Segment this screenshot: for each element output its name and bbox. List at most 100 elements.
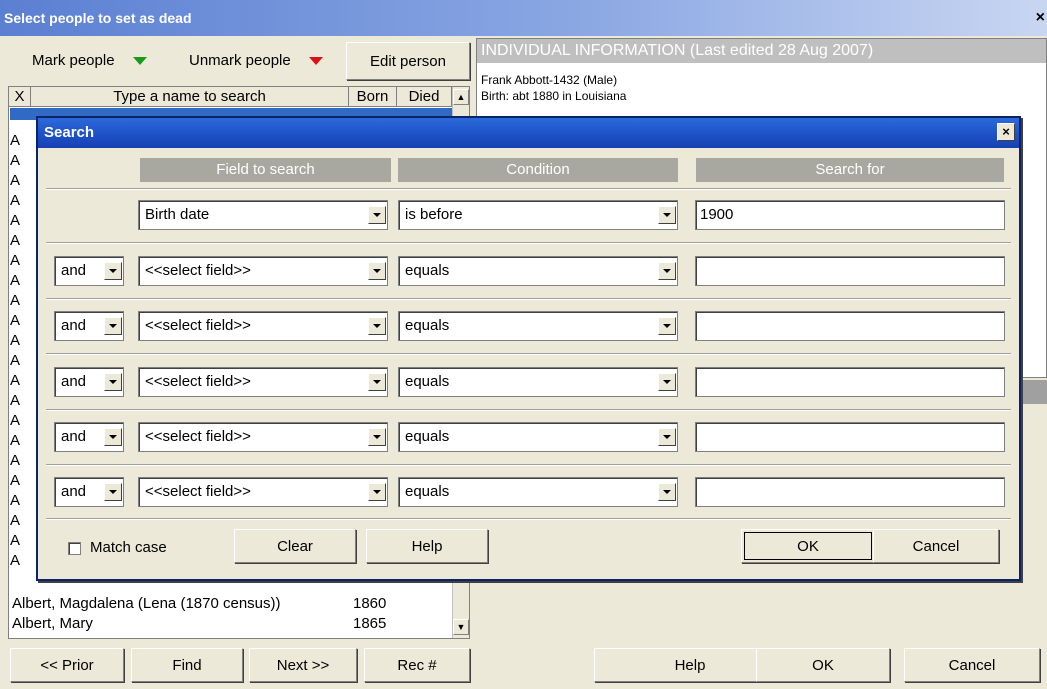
operator-select[interactable]: and bbox=[54, 422, 124, 452]
chevron-down-icon[interactable] bbox=[104, 317, 122, 335]
close-icon[interactable]: × bbox=[997, 123, 1015, 141]
list-item[interactable]: A bbox=[10, 451, 20, 471]
list-item[interactable]: A bbox=[10, 351, 20, 371]
operator-select-value: and bbox=[61, 373, 87, 390]
condition-select[interactable]: is before bbox=[398, 200, 678, 230]
chevron-down-icon[interactable] bbox=[368, 483, 386, 501]
info-line: Birth: abt 1880 in Louisiana bbox=[481, 89, 627, 103]
chevron-down-icon[interactable] bbox=[368, 428, 386, 446]
chevron-down-icon[interactable] bbox=[368, 373, 386, 391]
dialog-cancel-button[interactable]: Cancel bbox=[873, 529, 999, 563]
list-item[interactable]: A bbox=[10, 251, 20, 271]
green-triangle-icon bbox=[132, 57, 147, 66]
list-item[interactable]: A bbox=[10, 231, 20, 251]
match-case-checkbox[interactable] bbox=[68, 542, 81, 555]
list-item[interactable]: A bbox=[10, 311, 20, 331]
list-header-mark[interactable]: X bbox=[9, 87, 31, 107]
find-button[interactable]: Find bbox=[131, 648, 243, 682]
window-close-icon[interactable]: × bbox=[1036, 0, 1045, 36]
scroll-down-icon[interactable]: ▼ bbox=[453, 619, 469, 635]
mark-people-button[interactable]: Mark people bbox=[32, 52, 147, 69]
search-value-input[interactable] bbox=[695, 422, 1005, 452]
chevron-down-icon[interactable] bbox=[658, 483, 676, 501]
edit-person-button[interactable]: Edit person bbox=[346, 42, 470, 80]
search-value-input[interactable]: 1900 bbox=[695, 200, 1005, 230]
clear-button[interactable]: Clear bbox=[234, 529, 356, 563]
chevron-down-icon[interactable] bbox=[658, 206, 676, 224]
cancel-button[interactable]: Cancel bbox=[904, 648, 1040, 682]
field-select-value: <<select field>> bbox=[145, 483, 251, 500]
field-select[interactable]: <<select field>> bbox=[138, 422, 388, 452]
list-item-name[interactable]: Albert, Magdalena (Lena (1870 census)) bbox=[12, 594, 342, 614]
info-line: Frank Abbott-1432 (Male) bbox=[481, 73, 618, 87]
field-select[interactable]: <<select field>> bbox=[138, 367, 388, 397]
chevron-down-icon[interactable] bbox=[368, 262, 386, 280]
operator-select[interactable]: and bbox=[54, 311, 124, 341]
chevron-down-icon[interactable] bbox=[658, 317, 676, 335]
chevron-down-icon[interactable] bbox=[658, 373, 676, 391]
list-item-name[interactable]: Albert, Mary bbox=[12, 614, 342, 634]
list-item[interactable]: A bbox=[10, 291, 20, 311]
list-header-name[interactable]: Type a name to search bbox=[31, 87, 349, 107]
condition-select[interactable]: equals bbox=[398, 367, 678, 397]
scroll-up-icon[interactable]: ▲ bbox=[453, 89, 469, 105]
condition-select-value: equals bbox=[405, 262, 450, 279]
chevron-down-icon[interactable] bbox=[658, 428, 676, 446]
condition-select[interactable]: equals bbox=[398, 311, 678, 341]
list-item[interactable]: A bbox=[10, 471, 20, 491]
list-item[interactable]: A bbox=[10, 391, 20, 411]
chevron-down-icon[interactable] bbox=[104, 483, 122, 501]
list-item[interactable]: A bbox=[10, 491, 20, 511]
operator-select[interactable]: and bbox=[54, 477, 124, 507]
list-item[interactable]: A bbox=[10, 271, 20, 291]
prior-button[interactable]: << Prior bbox=[10, 648, 124, 682]
list-item[interactable]: A bbox=[10, 151, 20, 171]
operator-select[interactable]: and bbox=[54, 256, 124, 286]
list-item[interactable]: A bbox=[10, 171, 20, 191]
search-dialog-title: Search bbox=[44, 124, 95, 141]
rec-number-button[interactable]: Rec # bbox=[364, 648, 470, 682]
list-item[interactable]: A bbox=[10, 371, 20, 391]
list-item[interactable]: A bbox=[10, 431, 20, 451]
column-header-search-for: Search for bbox=[696, 158, 1004, 182]
chevron-down-icon[interactable] bbox=[368, 206, 386, 224]
list-item[interactable]: A bbox=[10, 511, 20, 531]
operator-select[interactable]: and bbox=[54, 367, 124, 397]
list-item[interactable]: A bbox=[10, 191, 20, 211]
separator bbox=[46, 464, 1011, 466]
list-item[interactable]: A bbox=[10, 411, 20, 431]
field-select[interactable]: <<select field>> bbox=[138, 477, 388, 507]
condition-select[interactable]: equals bbox=[398, 477, 678, 507]
field-select[interactable]: <<select field>> bbox=[138, 256, 388, 286]
search-value-input[interactable] bbox=[695, 311, 1005, 341]
dialog-ok-button[interactable]: OK bbox=[741, 529, 875, 563]
condition-select[interactable]: equals bbox=[398, 256, 678, 286]
list-header-died[interactable]: Died bbox=[397, 87, 452, 107]
search-value-input[interactable] bbox=[695, 477, 1005, 507]
chevron-down-icon[interactable] bbox=[368, 317, 386, 335]
chevron-down-icon[interactable] bbox=[658, 262, 676, 280]
separator bbox=[46, 242, 1011, 244]
condition-select[interactable]: equals bbox=[398, 422, 678, 452]
list-item[interactable]: A bbox=[10, 131, 20, 151]
list-item[interactable]: A bbox=[10, 331, 20, 351]
ok-button[interactable]: OK bbox=[756, 648, 890, 682]
info-panel-title: INDIVIDUAL INFORMATION (Last edited 28 A… bbox=[477, 39, 1046, 63]
condition-select-value: equals bbox=[405, 373, 450, 390]
dialog-help-button[interactable]: Help bbox=[366, 529, 488, 563]
list-item[interactable]: A bbox=[10, 551, 20, 571]
separator bbox=[46, 188, 1011, 190]
list-item[interactable]: A bbox=[10, 531, 20, 551]
chevron-down-icon[interactable] bbox=[104, 428, 122, 446]
list-header-born[interactable]: Born bbox=[349, 87, 397, 107]
list-item[interactable]: A bbox=[10, 211, 20, 231]
search-value-input[interactable] bbox=[695, 256, 1005, 286]
chevron-down-icon[interactable] bbox=[104, 262, 122, 280]
field-select[interactable]: <<select field>> bbox=[138, 311, 388, 341]
search-value-input[interactable] bbox=[695, 367, 1005, 397]
operator-select-value: and bbox=[61, 428, 87, 445]
field-select[interactable]: Birth date bbox=[138, 200, 388, 230]
unmark-people-button[interactable]: Unmark people bbox=[189, 52, 323, 69]
chevron-down-icon[interactable] bbox=[104, 373, 122, 391]
next-button[interactable]: Next >> bbox=[249, 648, 357, 682]
